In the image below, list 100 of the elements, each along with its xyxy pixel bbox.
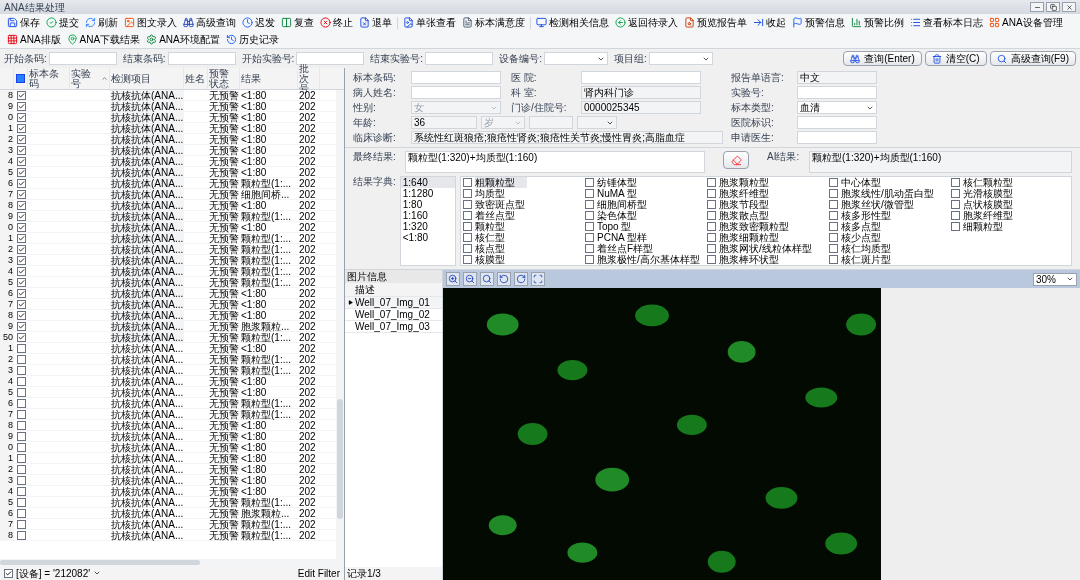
pattern-label[interactable]: 胞浆纤维型 bbox=[963, 210, 1013, 221]
checkbox[interactable] bbox=[16, 189, 26, 199]
checkbox[interactable] bbox=[585, 222, 594, 231]
checkbox[interactable] bbox=[16, 244, 26, 254]
checkbox[interactable] bbox=[16, 343, 26, 353]
zoom-select[interactable]: 30% bbox=[1033, 272, 1077, 286]
lab-number-field[interactable] bbox=[797, 86, 877, 99]
titer-item[interactable]: 1:80 bbox=[400, 199, 455, 210]
checkbox[interactable] bbox=[463, 189, 472, 198]
checkbox[interactable] bbox=[951, 178, 960, 187]
column-header[interactable]: 检测项目 bbox=[111, 73, 151, 84]
department-field[interactable]: 肾内科门诊 bbox=[581, 86, 701, 99]
pattern-label[interactable]: 核仁型 bbox=[475, 232, 505, 243]
checkbox[interactable] bbox=[16, 167, 26, 177]
checkbox[interactable] bbox=[16, 222, 26, 232]
toolbar-button[interactable]: ANA环境配置 bbox=[143, 32, 223, 47]
checkbox[interactable] bbox=[16, 453, 26, 463]
checkbox[interactable] bbox=[951, 211, 960, 220]
checkbox[interactable] bbox=[16, 398, 26, 408]
toolbar-button[interactable]: 返回待录入 bbox=[612, 15, 681, 30]
checkbox[interactable] bbox=[16, 431, 26, 441]
pattern-label[interactable]: 纺锤体型 bbox=[597, 177, 637, 188]
toolbar-button[interactable]: 退单 bbox=[356, 15, 395, 30]
titer-item[interactable]: 1:1280 bbox=[400, 188, 455, 199]
pattern-label[interactable]: Topo 型 bbox=[597, 221, 632, 232]
checkbox[interactable] bbox=[16, 156, 26, 166]
checkbox[interactable] bbox=[585, 255, 594, 264]
toolbar-button[interactable]: 收起 bbox=[750, 15, 789, 30]
pattern-label[interactable]: 核仁均质型 bbox=[841, 243, 891, 254]
toolbar-button[interactable]: 保存 bbox=[4, 15, 43, 30]
checkbox[interactable] bbox=[16, 354, 26, 364]
checkbox[interactable] bbox=[829, 189, 838, 198]
pattern-label[interactable]: PCNA 型样 bbox=[597, 232, 647, 243]
doctor-field[interactable] bbox=[797, 131, 877, 144]
checkbox[interactable] bbox=[463, 200, 472, 209]
checkbox[interactable] bbox=[707, 211, 716, 220]
toolbar-button[interactable]: ANA设备管理 bbox=[986, 15, 1066, 30]
final-result-field[interactable]: 颗粒型(1:320)+均质型(1:160) bbox=[405, 151, 705, 173]
toolbar-button[interactable]: 历史记录 bbox=[222, 32, 282, 47]
image-tool-button[interactable] bbox=[531, 272, 545, 286]
checkbox[interactable] bbox=[16, 519, 26, 529]
toolbar-button[interactable]: 预警比例 bbox=[848, 15, 907, 30]
image-tool-button[interactable] bbox=[514, 272, 528, 286]
checkbox[interactable] bbox=[16, 211, 26, 221]
toolbar-button[interactable]: 复查 bbox=[278, 15, 317, 30]
specimen-type-select[interactable]: 血清 bbox=[797, 101, 877, 114]
pattern-label[interactable]: 核多形性型 bbox=[841, 210, 891, 221]
pattern-label[interactable]: 着丝点型 bbox=[475, 210, 515, 221]
toolbar-button[interactable]: 预警信息 bbox=[789, 15, 848, 30]
pattern-label[interactable]: 光滑核膜型 bbox=[963, 188, 1013, 199]
horizontal-scrollbar[interactable] bbox=[0, 559, 344, 566]
pattern-label[interactable]: 点状核膜型 bbox=[963, 199, 1013, 210]
titer-item[interactable]: <1:80 bbox=[400, 232, 455, 243]
toolbar-button[interactable]: 预览报告单 bbox=[681, 15, 750, 30]
pattern-label[interactable]: 致密斑点型 bbox=[475, 199, 525, 210]
pattern-label[interactable]: 细颗粒型 bbox=[963, 221, 1003, 232]
checkbox[interactable] bbox=[16, 101, 26, 111]
report-language-field[interactable]: 中文 bbox=[797, 71, 877, 84]
checkbox[interactable] bbox=[16, 310, 26, 320]
checkbox[interactable] bbox=[16, 200, 26, 210]
toolbar-button[interactable]: 检测相关信息 bbox=[533, 15, 612, 30]
checkbox[interactable] bbox=[16, 266, 26, 276]
filter-field[interactable] bbox=[48, 52, 117, 65]
checkbox[interactable] bbox=[16, 112, 26, 122]
image-tool-button[interactable] bbox=[446, 272, 460, 286]
image-list-item[interactable]: Well_07_Img_01 bbox=[345, 297, 442, 309]
checkbox[interactable] bbox=[16, 233, 26, 243]
checkbox[interactable] bbox=[16, 134, 26, 144]
checkbox[interactable] bbox=[463, 211, 472, 220]
pattern-label[interactable]: 核仁颗粒型 bbox=[963, 177, 1013, 188]
checkbox[interactable] bbox=[829, 233, 838, 242]
checkbox[interactable] bbox=[16, 530, 26, 540]
restore-button[interactable] bbox=[1046, 2, 1060, 12]
checkbox[interactable] bbox=[951, 200, 960, 209]
eraser-button[interactable] bbox=[723, 151, 749, 169]
checkbox[interactable] bbox=[707, 178, 716, 187]
checkbox[interactable] bbox=[16, 288, 26, 298]
image-tool-button[interactable] bbox=[497, 272, 511, 286]
pattern-label[interactable]: 胞浆致密颗粒型 bbox=[719, 221, 789, 232]
pattern-label[interactable]: 细胞间桥型 bbox=[597, 199, 647, 210]
toolbar-button[interactable]: 查看标本日志 bbox=[907, 15, 986, 30]
pattern-label[interactable]: 胞浆节段型 bbox=[719, 199, 769, 210]
query-button[interactable]: 查询(Enter) bbox=[843, 51, 922, 66]
pattern-label[interactable]: 胞浆颗粒型 bbox=[719, 177, 769, 188]
toolbar-button[interactable]: 迟发 bbox=[239, 15, 278, 30]
checkbox[interactable] bbox=[585, 211, 594, 220]
image-tool-button[interactable] bbox=[480, 272, 494, 286]
pattern-label[interactable]: 核膜型 bbox=[475, 254, 505, 265]
pattern-label[interactable]: 核点型 bbox=[475, 243, 505, 254]
checkbox[interactable] bbox=[16, 178, 26, 188]
minimize-button[interactable] bbox=[1030, 2, 1044, 12]
checkbox[interactable] bbox=[16, 464, 26, 474]
pattern-label[interactable]: 核仁斑片型 bbox=[841, 254, 891, 265]
pattern-label[interactable]: 胞浆纤维型 bbox=[719, 188, 769, 199]
checkbox[interactable] bbox=[16, 420, 26, 430]
pattern-label[interactable]: 染色体型 bbox=[597, 210, 637, 221]
checkbox[interactable] bbox=[16, 475, 26, 485]
checkbox[interactable] bbox=[16, 145, 26, 155]
pattern-label[interactable]: 胞浆极性/高尔基体样型 bbox=[597, 254, 700, 265]
age-field[interactable] bbox=[529, 116, 573, 129]
